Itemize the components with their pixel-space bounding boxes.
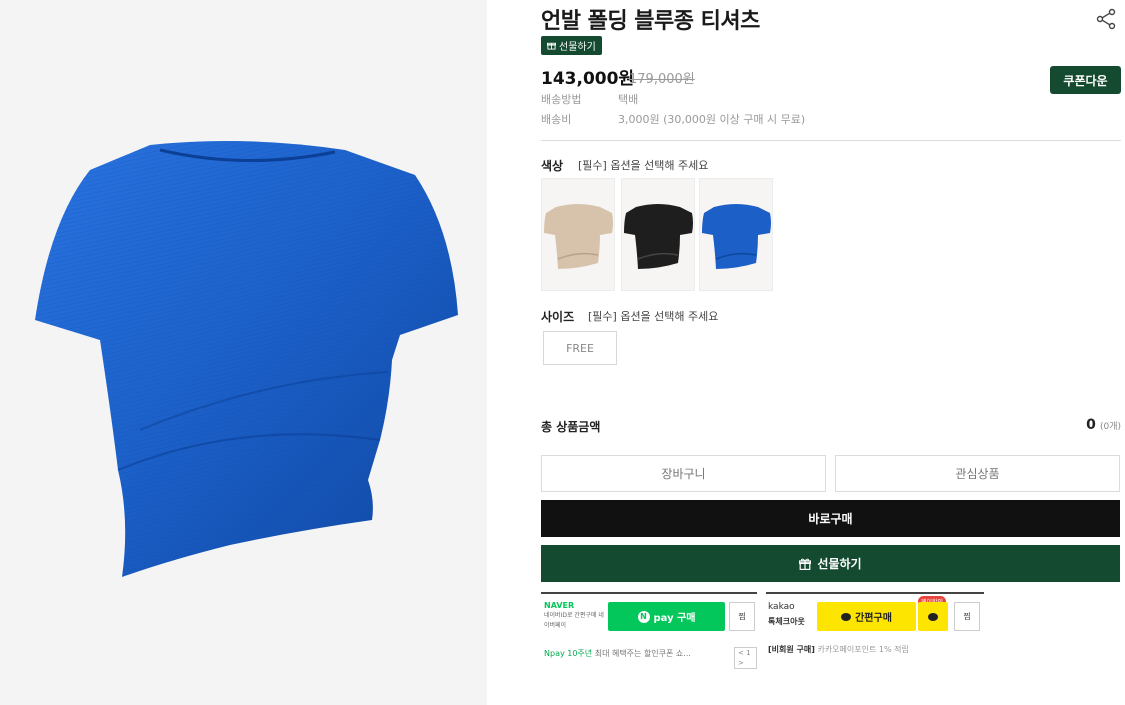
product-title: 언발 폴딩 블루종 티셔츠 [541, 9, 760, 34]
kakao-subtitle: 톡체크아웃 [768, 617, 805, 626]
buy-now-button[interactable]: 바로구매 [541, 500, 1120, 537]
size-option-free[interactable]: FREE [543, 331, 617, 365]
color-option-label: 색상 [541, 159, 564, 173]
size-option-label: 사이즈 [541, 310, 575, 324]
kakao-wish-button[interactable]: 찜 [954, 602, 980, 631]
kakao-promo-bold: [비회원 구매] [768, 645, 815, 654]
shipping-method-value: 택배 [618, 93, 639, 106]
naver-promo-note: Npay 10주년 최대 혜택주는 할인쿠폰 쇼... [544, 648, 691, 659]
kakao-pay-box: kakao 톡체크아웃 간편구매 페이할인 찜 [비회원 구매] 카카오페이포인… [766, 592, 984, 656]
kakao-checkout-button[interactable]: 간편구매 [817, 602, 916, 631]
naver-logo: NAVER [544, 601, 575, 610]
product-image [35, 141, 458, 577]
naver-promo-highlight: Npay 10주년 [544, 649, 593, 658]
shipping-fee-label: 배송비 [541, 113, 572, 126]
naver-subtitle: 네이버ID로 간편구매 네이버페이 [544, 612, 604, 629]
npay-icon: N [637, 610, 650, 623]
gift-button[interactable]: 선물하기 [541, 545, 1120, 582]
gift-button-label: 선물하기 [817, 557, 862, 571]
naver-pay-button[interactable]: N pay 구매 [608, 602, 725, 631]
chat-bubble-icon [841, 612, 852, 621]
total-amount: 0 [1086, 417, 1096, 433]
kakao-checkout-label: 간편구매 [855, 613, 892, 624]
shipping-method-label: 배송방법 [541, 93, 582, 106]
naver-wish-button[interactable]: 찜 [729, 602, 755, 631]
kakao-logo: kakao [768, 602, 795, 612]
product-image-panel [0, 0, 487, 705]
color-swatch-beige[interactable] [541, 178, 615, 291]
naver-promo-pager[interactable]: < 1 > [734, 647, 757, 669]
product-info-panel: 언발 폴딩 블루종 티셔츠 선물하기 143,000원 179,000원 쿠폰다… [541, 0, 1121, 705]
add-to-cart-button[interactable]: 장바구니 [541, 455, 826, 492]
divider [541, 140, 1121, 141]
wishlist-button[interactable]: 관심상품 [835, 455, 1120, 492]
color-swatch-black[interactable] [621, 178, 695, 291]
naver-promo-text: 최대 혜택주는 할인쿠폰 쇼... [594, 649, 691, 658]
color-swatch-blue[interactable] [699, 178, 773, 291]
color-option-hint: [필수] 옵션을 선택해 주세요 [578, 159, 709, 172]
original-price: 179,000원 [629, 72, 695, 87]
kakao-promo-text: 카카오페이포인트 1% 적립 [817, 645, 909, 654]
gift-icon [547, 42, 556, 50]
naver-pay-button-label: pay 구매 [653, 613, 696, 624]
shipping-fee-value: 3,000원 (30,000원 이상 구매 시 무료) [618, 113, 806, 126]
gift-icon [799, 558, 812, 570]
naver-pay-box: NAVER 네이버ID로 간편구매 네이버페이 N pay 구매 찜 Npay … [541, 592, 757, 669]
coupon-download-button[interactable]: 쿠폰다운 [1050, 66, 1121, 94]
size-option-hint: [필수] 옵션을 선택해 주세요 [588, 310, 719, 323]
gift-badge: 선물하기 [541, 36, 602, 55]
kakao-pay-button[interactable] [918, 602, 948, 631]
sale-price: 143,000원 [541, 69, 635, 89]
total-count: (0개) [1099, 422, 1121, 432]
kakao-promo-note: [비회원 구매] 카카오페이포인트 1% 적립 [768, 644, 909, 655]
total-value: 0 (0개) [1086, 417, 1121, 433]
kakao-pay-icon [928, 612, 938, 621]
total-label: 총 상품금액 [541, 420, 601, 434]
gift-badge-label: 선물하기 [559, 42, 596, 53]
share-icon[interactable] [1095, 8, 1117, 30]
